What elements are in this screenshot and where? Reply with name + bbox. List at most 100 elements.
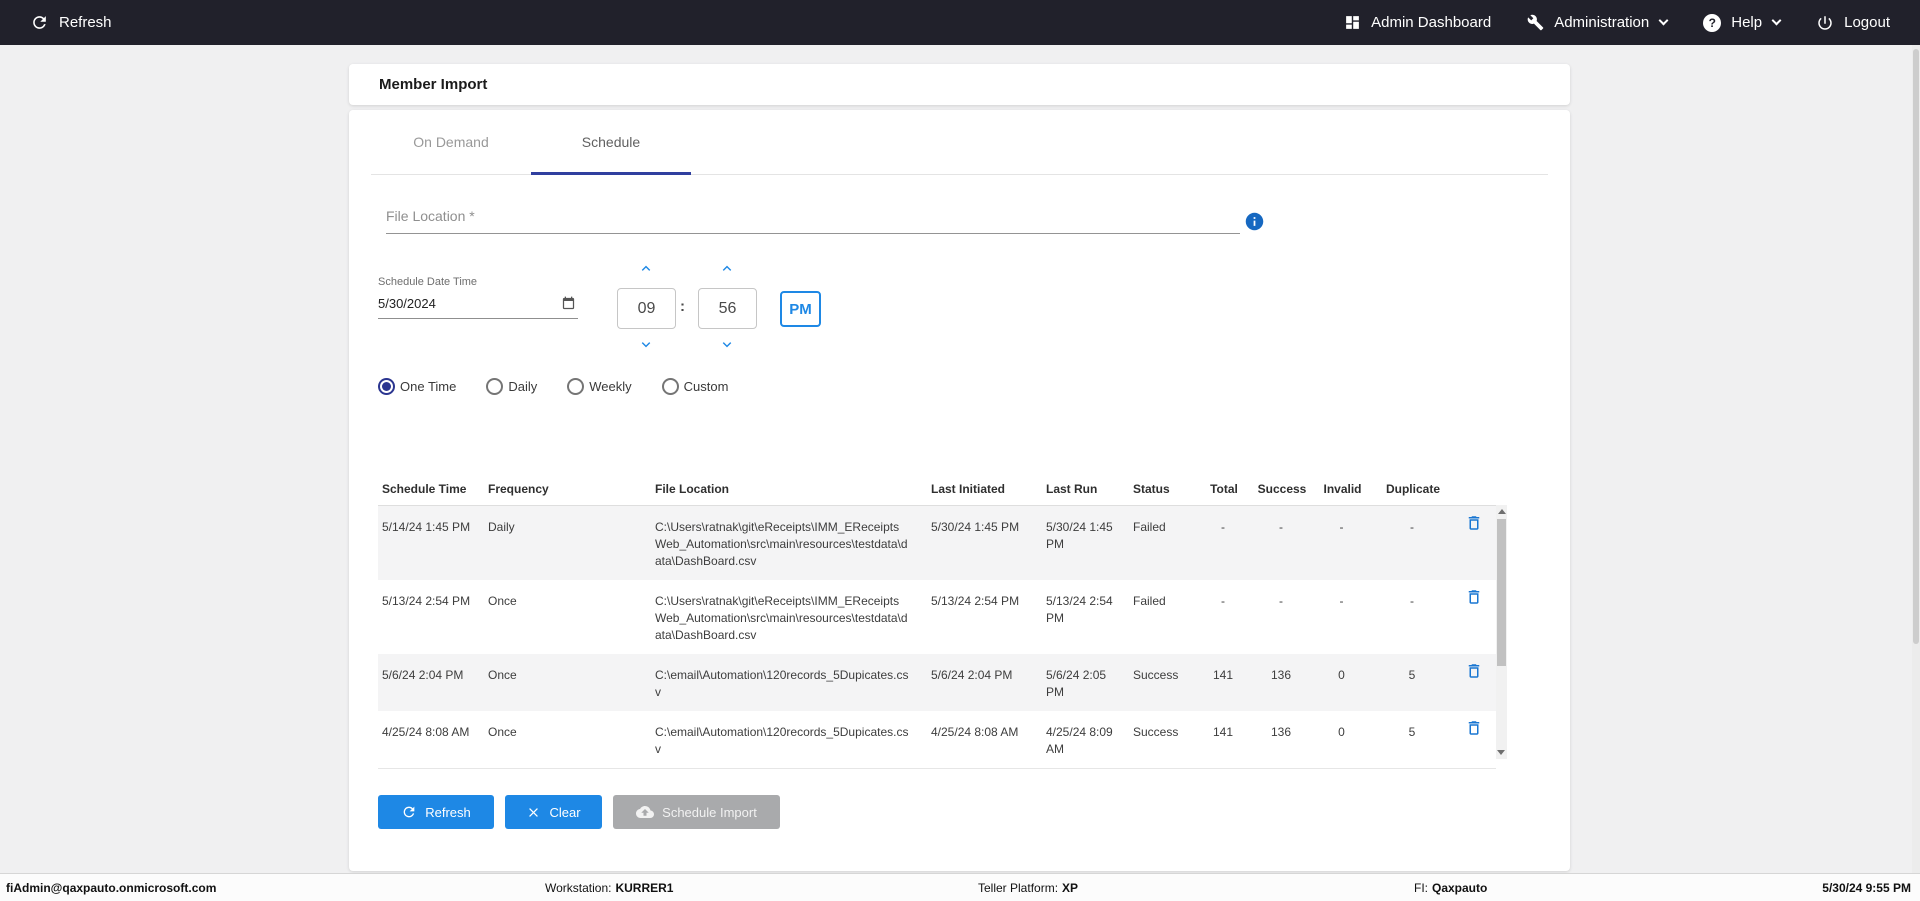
cell-schedule-time: 4/25/24 8:08 AM	[378, 710, 484, 769]
cell-invalid: 0	[1315, 710, 1372, 769]
minute-decrement-chevron-down-icon[interactable]	[714, 336, 740, 353]
refresh-menu-item[interactable]: Refresh	[30, 13, 112, 32]
table-row: 5/14/24 1:45 PM Daily C:\Users\ratnak\gi…	[378, 505, 1496, 580]
power-icon	[1818, 15, 1832, 30]
date-input[interactable]	[378, 294, 578, 319]
info-icon[interactable]	[1243, 211, 1265, 233]
col-file-location: File Location	[651, 475, 927, 506]
cell-file-location: C:\Users\ratnak\git\eReceipts\IMM_ERecei…	[655, 519, 908, 568]
table-body: 5/14/24 1:45 PM Daily C:\Users\ratnak\gi…	[378, 505, 1496, 769]
cell-last-run: 5/13/24 2:54 PM	[1046, 593, 1113, 625]
hour-increment-chevron-up-icon[interactable]	[633, 260, 659, 277]
cloud-upload-icon	[636, 806, 655, 818]
cell-total: 141	[1212, 667, 1234, 682]
cell-schedule-time: 5/13/24 2:54 PM	[382, 593, 471, 608]
schedule-table: Schedule Time Frequency File Location La…	[378, 475, 1496, 769]
chevron-down-icon	[1771, 15, 1782, 25]
cell-frequency: Once	[488, 667, 517, 682]
hour-input[interactable]	[617, 288, 676, 329]
delete-row-button[interactable]	[1465, 662, 1483, 683]
table-row: 5/13/24 2:54 PM Once C:\Users\ratnak\git…	[378, 580, 1496, 654]
trash-icon	[1468, 589, 1480, 604]
delete-row-button[interactable]	[1465, 514, 1483, 535]
cell-total: -	[1221, 519, 1225, 534]
meridiem-toggle-button[interactable]: PM	[780, 291, 821, 327]
cell-success: 136	[1251, 710, 1315, 769]
tab-schedule[interactable]: Schedule	[531, 110, 691, 175]
help-menu-item[interactable]: Help	[1703, 13, 1782, 32]
tab-bar: On Demand Schedule	[371, 110, 1548, 175]
time-colon	[680, 298, 685, 315]
topbar: Refresh Admin Dashboard Administration H…	[0, 0, 1920, 45]
clear-button[interactable]: Clear	[505, 795, 602, 829]
cell-frequency: Once	[488, 593, 517, 608]
cell-status: Success	[1133, 667, 1179, 682]
cell-duplicate: -	[1410, 519, 1414, 534]
chevron-down-icon	[1658, 15, 1669, 25]
cell-file-location: C:\email\Automation\120records_5Dupicate…	[651, 710, 927, 769]
cell-status: Failed	[1133, 593, 1166, 608]
cell-duplicate: 5	[1372, 710, 1456, 769]
refresh-button[interactable]: Refresh	[378, 795, 494, 829]
refresh-icon	[33, 16, 46, 29]
col-success: Success	[1251, 475, 1315, 506]
delete-row-button[interactable]	[1465, 588, 1483, 609]
table-header-row: Schedule Time Frequency File Location La…	[378, 475, 1496, 506]
cell-actions	[1456, 654, 1496, 711]
cell-file-location: C:\email\Automation\120records_5Dupicate…	[655, 667, 909, 699]
minute-input[interactable]	[698, 288, 757, 329]
teller-platform-label: Teller Platform:	[978, 880, 1059, 895]
minute-increment-chevron-up-icon[interactable]	[714, 260, 740, 277]
member-import-card: On Demand Schedule Schedule Date Time PM…	[349, 110, 1570, 871]
page-title-card: Member Import	[349, 64, 1570, 105]
radio-weekly[interactable]: Weekly	[567, 378, 632, 395]
refresh-icon	[403, 806, 415, 818]
logout-label: Logout	[1844, 14, 1890, 31]
schedule-import-button[interactable]: Schedule Import	[613, 795, 780, 829]
scroll-down-arrow-icon[interactable]	[1497, 750, 1505, 755]
scroll-up-arrow-icon[interactable]	[1497, 509, 1506, 514]
file-location-input[interactable]	[386, 204, 1240, 234]
radio-icon	[486, 378, 504, 395]
radio-custom[interactable]: Custom	[661, 378, 728, 395]
workstation-label: Workstation:	[545, 880, 612, 895]
cell-status: Failed	[1133, 519, 1166, 534]
table-scrollbar-thumb[interactable]	[1497, 519, 1506, 666]
date-field	[378, 294, 578, 319]
footer-datetime: 5/30/24 9:55 PM	[1822, 880, 1911, 895]
tab-on-demand[interactable]: On Demand	[371, 110, 531, 174]
page-scrollbar[interactable]	[1912, 45, 1920, 873]
hour-decrement-chevron-down-icon[interactable]	[633, 336, 659, 353]
administration-menu-item[interactable]: Administration	[1527, 14, 1669, 31]
cell-actions	[1456, 580, 1496, 654]
close-icon	[529, 807, 539, 817]
radio-one-time[interactable]: One Time	[378, 378, 456, 395]
page-scrollbar-thumb[interactable]	[1913, 49, 1919, 644]
cell-invalid: -	[1339, 519, 1344, 534]
radio-icon	[567, 378, 585, 395]
col-invalid: Invalid	[1315, 475, 1372, 506]
cell-invalid: -	[1339, 593, 1344, 608]
calendar-icon[interactable]	[561, 296, 576, 314]
frequency-radio-group: One Time Daily Weekly Custom	[378, 378, 728, 395]
help-label: Help	[1731, 14, 1763, 31]
cell-frequency: Daily	[488, 519, 515, 534]
radio-label: Daily	[508, 379, 538, 394]
cell-total: -	[1221, 593, 1225, 608]
col-actions	[1456, 475, 1496, 506]
radio-label: Weekly	[589, 379, 632, 394]
trash-icon	[1468, 720, 1480, 735]
cell-last-initiated: 4/25/24 8:08 AM	[927, 710, 1042, 769]
col-schedule-time: Schedule Time	[378, 475, 484, 506]
delete-row-button[interactable]	[1465, 719, 1483, 740]
table-row: 5/6/24 2:04 PM Once C:\email\Automation\…	[378, 653, 1496, 711]
logout-menu-item[interactable]: Logout	[1816, 14, 1890, 32]
table-scrollbar[interactable]	[1496, 505, 1507, 759]
admin-dashboard-menu-item[interactable]: Admin Dashboard	[1344, 14, 1491, 31]
workstation-value: KURRER1	[615, 880, 674, 895]
radio-daily[interactable]: Daily	[486, 378, 537, 395]
cell-last-initiated: 5/30/24 1:45 PM	[931, 519, 1020, 534]
cell-duplicate: -	[1410, 593, 1414, 608]
cell-file-location: C:\Users\ratnak\git\eReceipts\IMM_ERecei…	[655, 593, 908, 642]
cell-success: -	[1279, 519, 1283, 534]
